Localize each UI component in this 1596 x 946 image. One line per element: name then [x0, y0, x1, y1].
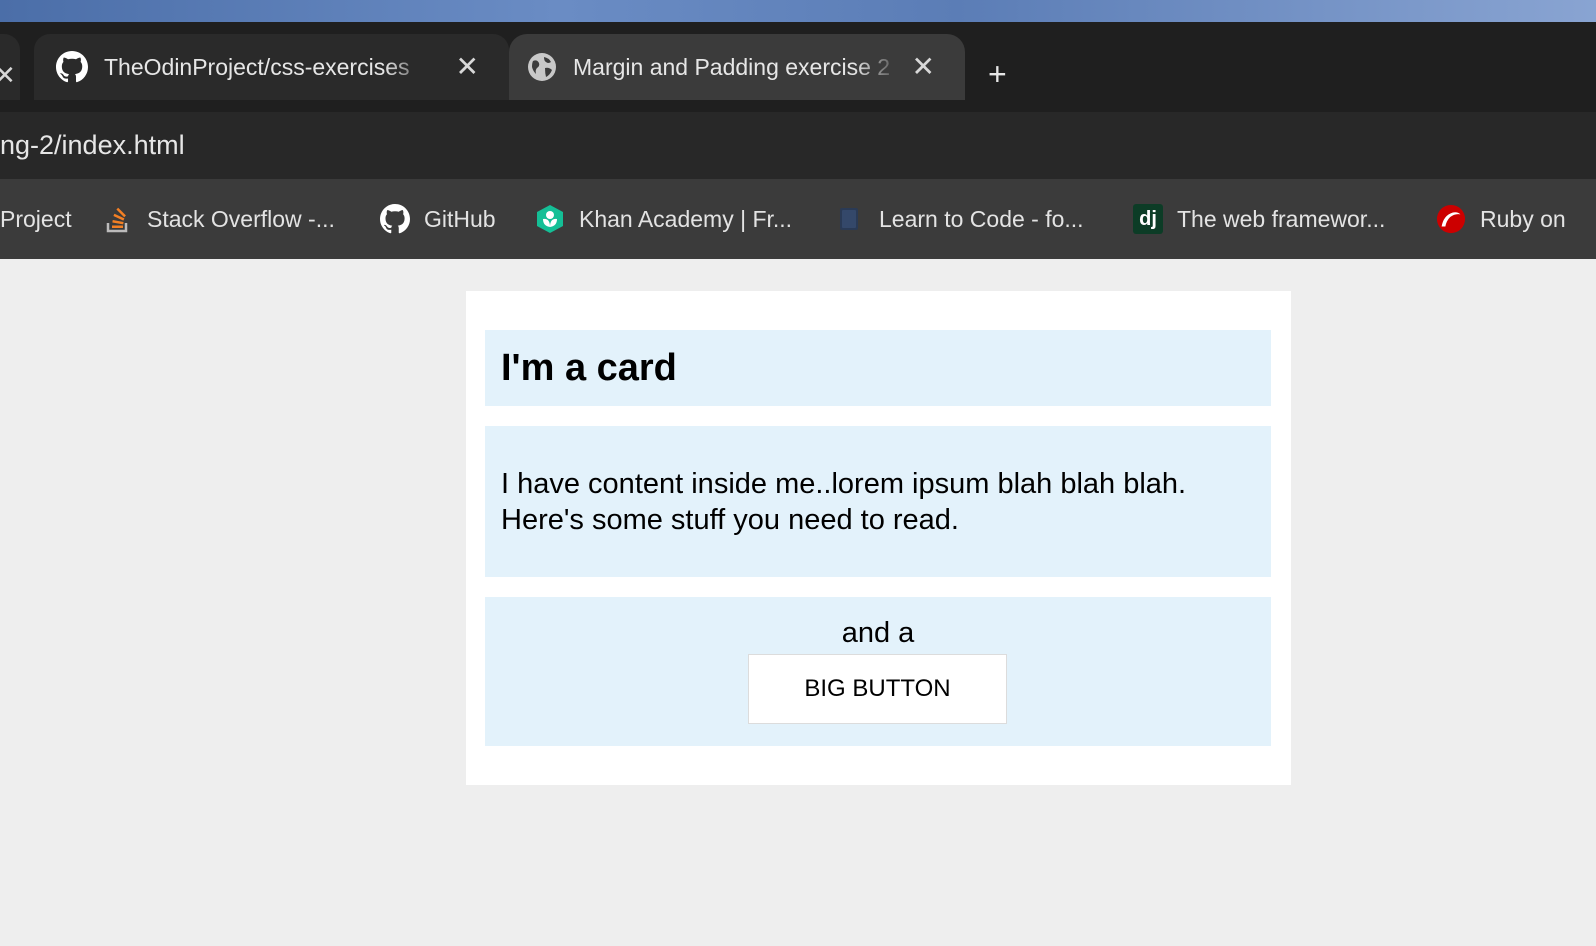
tab-title: Margin and Padding exercise 2 — [573, 53, 891, 80]
globe-icon — [527, 52, 557, 82]
tab-bar: ✕ TheOdinProject/css-exercises ✕ Margin … — [0, 22, 1596, 112]
bookmark-label: Khan Academy | Fr... — [579, 205, 793, 232]
page-viewport: I'm a card I have content inside me..lor… — [0, 259, 1596, 946]
tab-title: TheOdinProject/css-exercises — [104, 53, 410, 80]
footer-text: and a — [841, 617, 915, 649]
bookmark-label: Ruby on — [1480, 205, 1566, 232]
book-icon — [835, 204, 865, 234]
tab-odin-css-exercises[interactable]: TheOdinProject/css-exercises ✕ — [34, 34, 509, 100]
bookmark-django[interactable]: dj The web framewor... — [1133, 179, 1385, 259]
toolbar: ng-2/index.html — [0, 112, 1596, 179]
card-title: I'm a card — [485, 330, 1271, 406]
bookmark-ruby-on-rails[interactable]: Ruby on — [1436, 179, 1566, 259]
bookmarks-bar: Project Stack Overflow -... GitHub Khan … — [0, 179, 1596, 259]
bookmark-github[interactable]: GitHub — [380, 179, 496, 259]
big-button[interactable]: BIG BUTTON — [748, 654, 1007, 724]
tab-margin-padding[interactable]: Margin and Padding exercise 2 ✕ — [509, 34, 965, 100]
khan-academy-icon — [535, 204, 565, 234]
card-footer: and a BIG BUTTON — [485, 597, 1271, 746]
bookmark-label: GitHub — [424, 205, 496, 232]
address-bar[interactable]: ng-2/index.html — [0, 112, 1596, 179]
close-icon[interactable]: ✕ — [912, 53, 935, 81]
ruby-icon — [1436, 204, 1466, 234]
github-icon — [380, 204, 410, 234]
bookmark-odin-project[interactable]: Project — [0, 179, 72, 259]
bookmark-khan-academy[interactable]: Khan Academy | Fr... — [535, 179, 792, 259]
new-tab-button[interactable]: + — [988, 58, 1007, 90]
close-icon[interactable]: ✕ — [456, 53, 479, 81]
card-content: I have content inside me..lorem ipsum bl… — [485, 426, 1271, 577]
close-icon[interactable]: ✕ — [0, 60, 16, 91]
desktop-background — [0, 0, 1596, 22]
bookmark-stack-overflow[interactable]: Stack Overflow -... — [103, 179, 335, 259]
bookmark-label: Learn to Code - fo... — [879, 205, 1084, 232]
bookmark-label: Project — [0, 205, 72, 232]
github-icon — [56, 51, 88, 83]
django-icon: dj — [1133, 204, 1163, 234]
bookmark-label: The web framewor... — [1177, 205, 1386, 232]
bookmark-learn-to-code[interactable]: Learn to Code - fo... — [835, 179, 1084, 259]
stackoverflow-icon — [103, 204, 133, 234]
bookmark-label: Stack Overflow -... — [147, 205, 335, 232]
card: I'm a card I have content inside me..lor… — [466, 291, 1291, 785]
address-text: ng-2/index.html — [0, 130, 185, 160]
